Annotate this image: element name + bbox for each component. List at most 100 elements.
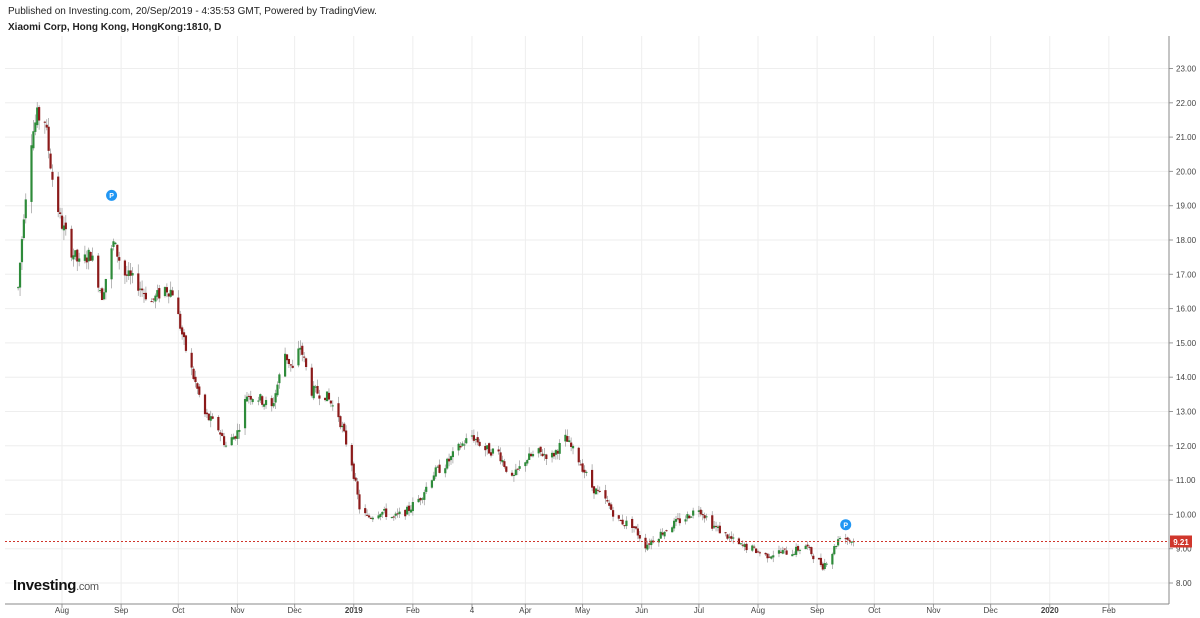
candle-body bbox=[207, 413, 210, 421]
candle-body bbox=[758, 552, 762, 554]
candle-body bbox=[692, 510, 695, 516]
candle-body bbox=[314, 386, 317, 388]
event-marker-label: P bbox=[109, 193, 114, 200]
x-tick-label: May bbox=[575, 606, 590, 615]
candle-body bbox=[644, 537, 647, 549]
candle-body bbox=[436, 466, 439, 468]
candle-body bbox=[676, 518, 680, 520]
x-tick-label: Jun bbox=[635, 606, 648, 615]
candle-body bbox=[251, 399, 254, 403]
candle-body bbox=[222, 436, 226, 446]
candle-body bbox=[167, 293, 170, 297]
candle-body bbox=[356, 481, 359, 495]
candle-body bbox=[245, 396, 249, 402]
candle-body bbox=[743, 544, 746, 547]
y-tick-label: 10.00 bbox=[1176, 510, 1197, 519]
candle-body bbox=[581, 463, 584, 472]
candle-body bbox=[470, 435, 474, 437]
price-chart[interactable]: 8.009.0010.0011.0012.0013.0014.0015.0016… bbox=[0, 0, 1200, 618]
candle-body bbox=[583, 469, 586, 473]
candle-body bbox=[537, 448, 540, 454]
candle-body bbox=[24, 199, 27, 219]
candle-body bbox=[447, 458, 451, 462]
candle-body bbox=[754, 548, 758, 554]
candle-body bbox=[99, 290, 102, 292]
x-tick-label: 4 bbox=[470, 606, 475, 615]
candle-body bbox=[184, 335, 188, 351]
candle-body bbox=[526, 460, 529, 464]
candle-body bbox=[817, 557, 821, 560]
candle-body bbox=[72, 255, 75, 260]
candle-body bbox=[203, 394, 207, 415]
candle-body bbox=[716, 526, 720, 528]
candle-body bbox=[777, 550, 781, 554]
candle-body bbox=[236, 430, 239, 439]
candle-body bbox=[327, 392, 331, 400]
candle-body bbox=[114, 242, 117, 245]
candle-body bbox=[610, 504, 613, 510]
candle-body bbox=[726, 534, 729, 539]
candle-body bbox=[678, 518, 681, 524]
candle-body bbox=[22, 219, 25, 239]
candle-body bbox=[516, 468, 519, 470]
y-tick-label: 12.00 bbox=[1176, 442, 1197, 451]
candle-body bbox=[714, 525, 718, 527]
candle-body bbox=[139, 288, 142, 290]
candle-body bbox=[287, 358, 291, 365]
candle-body bbox=[478, 441, 481, 446]
candle-body bbox=[190, 352, 193, 368]
candle-body bbox=[768, 556, 771, 558]
candle-body bbox=[261, 396, 264, 405]
candle-body bbox=[672, 520, 676, 529]
candle-body bbox=[371, 517, 374, 520]
candle-body bbox=[570, 442, 573, 447]
candle-body bbox=[634, 526, 638, 529]
candle-body bbox=[848, 539, 851, 541]
candle-body bbox=[518, 466, 521, 469]
last-price-label: 9.21 bbox=[1173, 538, 1189, 547]
candle-body bbox=[793, 553, 796, 555]
candle-body bbox=[606, 500, 609, 502]
candle-body bbox=[617, 515, 620, 519]
candle-body bbox=[684, 519, 687, 522]
candle-body bbox=[76, 249, 79, 262]
y-tick-label: 20.00 bbox=[1176, 167, 1197, 176]
candle-body bbox=[596, 489, 599, 491]
candle-body bbox=[377, 515, 380, 519]
candle-body bbox=[343, 423, 346, 432]
candle-body bbox=[831, 553, 834, 565]
candle-body bbox=[49, 153, 52, 169]
candle-body bbox=[604, 490, 607, 499]
candle-body bbox=[753, 546, 756, 548]
candle-body bbox=[524, 462, 527, 467]
candle-body bbox=[825, 563, 828, 565]
candle-body bbox=[703, 515, 706, 519]
x-tick-label: Nov bbox=[230, 606, 244, 615]
candle-body bbox=[325, 391, 329, 402]
y-tick-label: 17.00 bbox=[1176, 270, 1197, 279]
candle-body bbox=[131, 273, 134, 276]
candle-body bbox=[833, 546, 836, 555]
x-tick-label: Dec bbox=[984, 606, 998, 615]
candle-body bbox=[819, 557, 823, 566]
candle-body bbox=[779, 551, 782, 553]
candle-body bbox=[20, 239, 24, 263]
logo-suffix: .com bbox=[76, 581, 99, 593]
candle-body bbox=[554, 450, 557, 455]
candle-body bbox=[835, 545, 838, 547]
candle-body bbox=[152, 298, 155, 300]
candle-body bbox=[221, 433, 224, 437]
candle-body bbox=[659, 531, 662, 539]
candle-body bbox=[503, 461, 506, 467]
candle-body bbox=[154, 295, 157, 302]
candle-body bbox=[785, 550, 788, 555]
candle-body bbox=[409, 509, 413, 513]
candle-body bbox=[528, 453, 531, 460]
x-tick-label: Dec bbox=[288, 606, 302, 615]
candle-body bbox=[585, 471, 588, 473]
candle-body bbox=[430, 480, 434, 488]
candle-body bbox=[140, 288, 144, 291]
candle-body bbox=[278, 374, 281, 384]
candle-body bbox=[690, 516, 693, 518]
candle-body bbox=[838, 537, 842, 539]
